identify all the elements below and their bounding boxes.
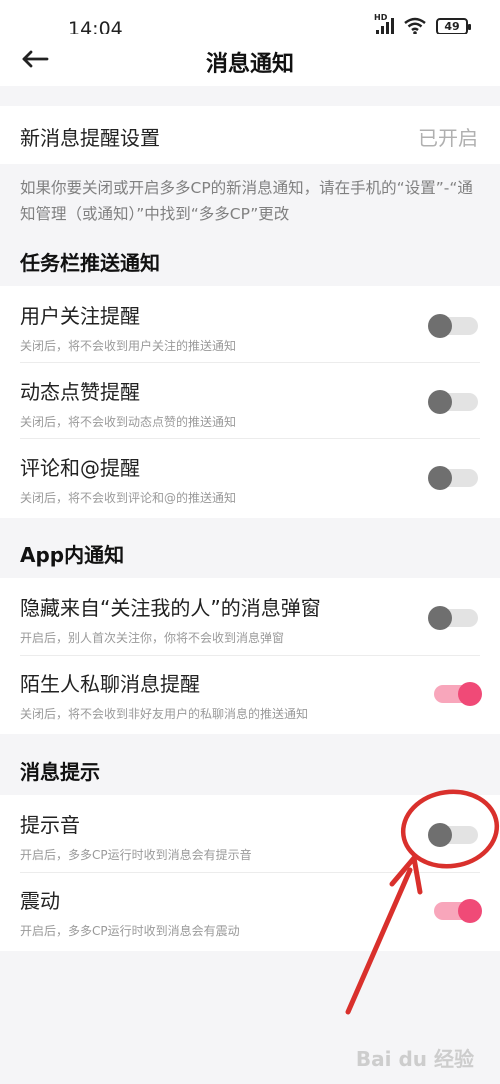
new-message-label: 新消息提醒设置 xyxy=(20,126,160,150)
vibrate-toggle[interactable] xyxy=(434,899,482,923)
follow-reminder-label: 用户关注提醒 xyxy=(20,304,140,328)
like-reminder-desc: 关闭后，将不会收到动态点赞的推送通知 xyxy=(20,415,237,429)
sound-desc: 开启后，多多CP运行时收到消息会有提示音 xyxy=(20,848,252,862)
toggle-knob xyxy=(428,390,452,414)
toggle-knob xyxy=(428,466,452,490)
stranger-message-desc: 关闭后，将不会收到非好友用户的私聊消息的推送通知 xyxy=(20,707,309,721)
new-message-status: 已开启 xyxy=(418,126,478,150)
follow-reminder-toggle[interactable] xyxy=(428,314,478,338)
message-tips-card: 提示音 开启后，多多CP运行时收到消息会有提示音 震动 开启后，多多CP运行时收… xyxy=(0,795,500,951)
sound-toggle[interactable] xyxy=(428,823,478,847)
network-label: HD xyxy=(374,13,388,22)
battery-indicator: 49 xyxy=(436,17,471,35)
status-icons: HD 49 xyxy=(374,13,471,35)
comment-reminder-toggle[interactable] xyxy=(428,466,478,490)
divider xyxy=(20,655,480,656)
toggle-knob xyxy=(428,823,452,847)
comment-reminder-label: 评论和@提醒 xyxy=(20,456,140,480)
vibrate-label: 震动 xyxy=(20,889,60,913)
system-settings-hint: 如果你要关闭或开启多多CP的新消息通知，请在手机的“设置”-“通知管理（或通知）… xyxy=(20,179,473,223)
section-message-tips: 消息提示 xyxy=(20,760,100,784)
sound-label: 提示音 xyxy=(20,813,80,837)
wifi-icon xyxy=(404,17,426,35)
toggle-knob xyxy=(428,314,452,338)
hide-popup-toggle[interactable] xyxy=(428,606,478,630)
divider xyxy=(20,362,480,363)
divider xyxy=(20,438,480,439)
follow-reminder-desc: 关闭后，将不会收到用户关注的推送通知 xyxy=(20,339,237,353)
hide-popup-label: 隐藏来自“关注我的人”的消息弹窗 xyxy=(20,596,321,620)
in-app-card: 隐藏来自“关注我的人”的消息弹窗 开启后，别人首次关注你，你将不会收到消息弹窗 … xyxy=(0,578,500,734)
baidu-watermark: Bai du 经验 xyxy=(355,1047,474,1071)
toggle-knob xyxy=(428,606,452,630)
divider xyxy=(20,872,480,873)
stranger-message-label: 陌生人私聊消息提醒 xyxy=(20,672,200,696)
toggle-knob xyxy=(458,899,482,923)
hide-popup-desc: 开启后，别人首次关注你，你将不会收到消息弹窗 xyxy=(20,631,285,645)
new-message-setting-row[interactable]: 新消息提醒设置 已开启 xyxy=(0,106,500,164)
like-reminder-label: 动态点赞提醒 xyxy=(20,380,140,404)
like-reminder-toggle[interactable] xyxy=(428,390,478,414)
nav-bar: 消息通知 xyxy=(0,34,500,86)
vibrate-desc: 开启后，多多CP运行时收到消息会有震动 xyxy=(20,924,240,938)
taskbar-push-card: 用户关注提醒 关闭后，将不会收到用户关注的推送通知 动态点赞提醒 关闭后，将不会… xyxy=(0,286,500,518)
signal-icon: HD xyxy=(374,13,394,35)
section-in-app: App内通知 xyxy=(20,543,125,567)
stranger-message-toggle[interactable] xyxy=(434,682,482,706)
toggle-knob xyxy=(458,682,482,706)
section-taskbar-push: 任务栏推送通知 xyxy=(20,251,160,275)
comment-reminder-desc: 关闭后，将不会收到评论和@的推送通知 xyxy=(20,491,237,505)
page-title: 消息通知 xyxy=(205,52,294,77)
